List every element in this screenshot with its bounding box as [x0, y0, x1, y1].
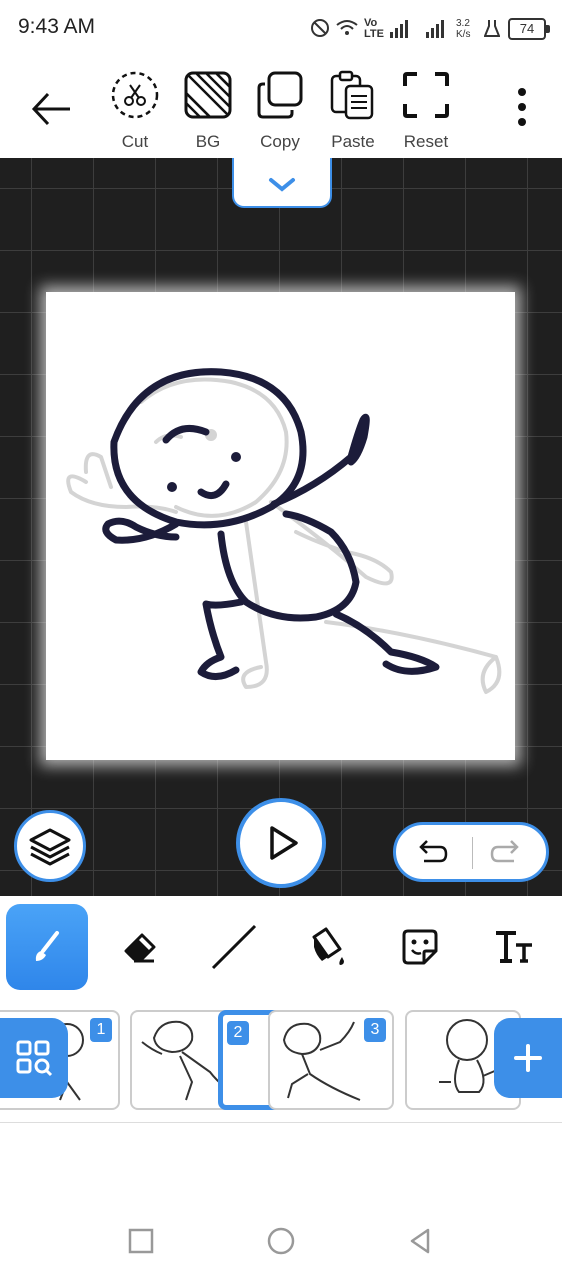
- eraser-icon: [124, 933, 156, 963]
- fullscreen-icon: [403, 72, 449, 118]
- undo-button[interactable]: [414, 837, 448, 867]
- home-button[interactable]: [264, 1224, 298, 1258]
- line-tool[interactable]: [194, 904, 274, 990]
- more-options-button[interactable]: [512, 82, 532, 132]
- network-speed: 3.2 K/s: [456, 18, 471, 40]
- signal-icon: [390, 18, 420, 41]
- top-toolbar: Cut BG Copy Paste Reset: [0, 58, 562, 158]
- cut-label: Cut: [121, 132, 149, 151]
- wifi-icon: [336, 18, 358, 41]
- frame-number: 1: [90, 1018, 112, 1042]
- redo-icon: [490, 840, 519, 863]
- frame-number: 2: [227, 1021, 249, 1045]
- arrow-left-icon: [31, 92, 70, 126]
- status-bar: 9:43 AM Vo LTE 3.2 K/s 74: [0, 0, 562, 58]
- sticker-tool[interactable]: [380, 904, 460, 990]
- bg-button[interactable]: BG: [173, 70, 243, 152]
- square-icon: [128, 1228, 154, 1254]
- paste-label: Paste: [331, 132, 375, 151]
- back-nav-button[interactable]: [404, 1224, 438, 1258]
- copy-button[interactable]: Copy: [245, 70, 315, 152]
- frames-strip: 1 2 3: [0, 998, 562, 1123]
- scissors-icon: [111, 71, 159, 119]
- copy-icon: [257, 71, 303, 119]
- redo-button[interactable]: [490, 837, 524, 867]
- battery-indicator: 74: [508, 18, 550, 40]
- fill-tool[interactable]: [288, 904, 368, 990]
- sticker-icon: [402, 929, 438, 965]
- copy-label: Copy: [260, 132, 300, 151]
- grid-search-icon: [16, 1040, 53, 1077]
- divider: [472, 837, 473, 869]
- play-button[interactable]: [236, 798, 326, 888]
- chevron-down-icon: [269, 178, 295, 192]
- frame-number: 3: [364, 1018, 386, 1042]
- text-icon: [496, 931, 532, 963]
- drawing-tools-bar: [0, 896, 562, 996]
- frames-overview-button[interactable]: [0, 1018, 68, 1098]
- layers-icon: [29, 828, 71, 866]
- dnd-icon: [310, 18, 330, 41]
- back-button[interactable]: [26, 84, 76, 134]
- undo-redo-group: [393, 822, 549, 882]
- cut-button[interactable]: Cut: [100, 70, 170, 152]
- undo-icon: [419, 840, 448, 863]
- canvas-area[interactable]: [0, 158, 562, 896]
- paint-bucket-icon: [312, 927, 344, 965]
- paste-button[interactable]: Paste: [318, 70, 388, 152]
- play-icon: [270, 826, 298, 860]
- triangle-back-icon: [410, 1228, 430, 1254]
- frame-thumbnail[interactable]: 3: [268, 1010, 394, 1110]
- network-type: Vo LTE: [364, 17, 384, 40]
- status-time: 9:43 AM: [18, 15, 96, 38]
- stick-figure-drawing: [66, 368, 502, 694]
- text-tool[interactable]: [474, 904, 554, 990]
- plus-icon: [514, 1044, 542, 1072]
- bg-label: BG: [195, 132, 221, 151]
- more-vertical-icon: [518, 88, 526, 126]
- hatched-square-icon: [184, 71, 232, 119]
- collapse-toolbar-button[interactable]: [232, 158, 332, 208]
- line-icon: [211, 924, 257, 970]
- brush-icon: [35, 931, 59, 961]
- add-frame-button[interactable]: [494, 1018, 562, 1098]
- paste-icon: [330, 70, 374, 120]
- reset-label: Reset: [403, 132, 449, 151]
- drawing-canvas[interactable]: [46, 292, 515, 760]
- circle-icon: [267, 1227, 295, 1255]
- eraser-tool[interactable]: [100, 904, 180, 990]
- signal2-icon: [426, 18, 450, 41]
- system-navigation-bar: [0, 1200, 562, 1280]
- reset-button[interactable]: Reset: [391, 70, 461, 152]
- brush-tool[interactable]: [6, 904, 88, 990]
- flask-icon: [483, 18, 501, 41]
- status-icons: Vo LTE 3.2 K/s: [310, 14, 501, 44]
- recents-button[interactable]: [124, 1224, 158, 1258]
- layers-button[interactable]: [14, 810, 86, 882]
